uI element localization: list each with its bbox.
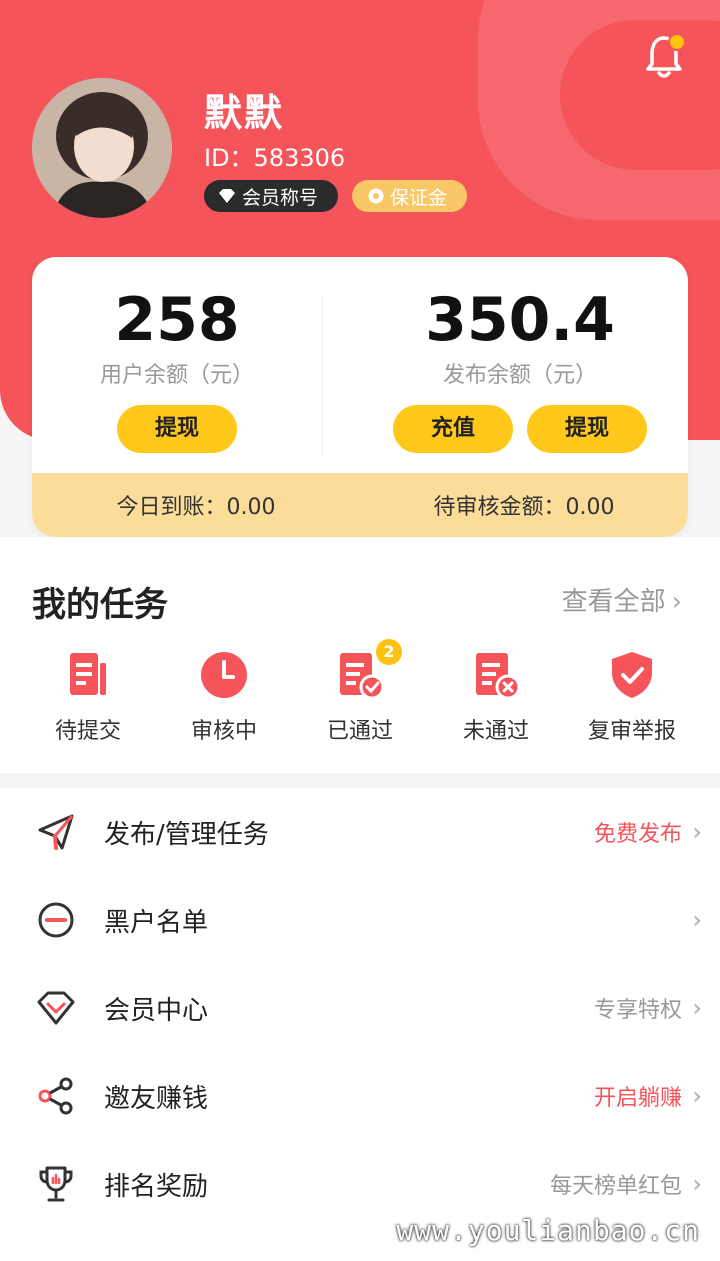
deposit-badge[interactable]: 保证金 [352, 180, 468, 212]
balance-divider [322, 297, 323, 457]
menu-item-blacklist[interactable]: 黑户名单 › [0, 876, 720, 964]
chevron-right-icon: › [671, 587, 682, 617]
send-icon [38, 814, 74, 850]
task-label: 复审举报 [587, 719, 676, 744]
chevron-right-icon: › [692, 818, 702, 846]
avatar[interactable] [32, 78, 172, 218]
menu-list: 发布/管理任务 免费发布 › 黑户名单 › 会员中心 专享特权 › 邀友赚钱 开… [0, 788, 720, 1261]
user-name: 默默 [204, 91, 285, 135]
menu-right-text: 专享特权 [593, 998, 682, 1023]
balance-card: 258 用户余额（元） 提现 350.4 发布余额（元） 充值 提现 今日到账：0… [32, 257, 688, 537]
menu-label: 邀友赚钱 [104, 1083, 209, 1114]
user-id: ID：583306 [204, 144, 346, 172]
shield-check-icon [612, 652, 652, 698]
chevron-right-icon: › [692, 994, 702, 1022]
menu-label: 排名奖励 [104, 1171, 209, 1202]
member-badge-label: 会员称号 [242, 186, 319, 209]
task-pending-submit[interactable]: 待提交 [20, 649, 156, 745]
member-badge[interactable]: 会员称号 [204, 180, 339, 212]
view-all-label: 查看全部 [561, 587, 666, 617]
publish-balance-label: 发布余额（元） [442, 363, 597, 388]
chevron-right-icon: › [692, 1170, 702, 1198]
menu-right-text: 免费发布 [593, 822, 682, 847]
minus-circle-icon [38, 902, 74, 938]
task-label: 待提交 [54, 719, 121, 744]
document-icon [70, 653, 106, 695]
diamond-icon [37, 991, 75, 1025]
header-decoration-inner [560, 20, 720, 170]
my-tasks-section: 我的任务 查看全部 › 待提交 审核中 2 已通过 未通过 复审举报 [0, 537, 720, 773]
task-approved[interactable]: 2 已通过 [292, 639, 428, 745]
menu-right-text: 开启躺赚 [593, 1086, 682, 1111]
today-arrival: 今日到账：0.00 [116, 495, 276, 520]
menu-item-member-center[interactable]: 会员中心 专享特权 › [0, 964, 720, 1052]
task-label: 未通过 [462, 719, 529, 744]
publish-balance-section: 350.4 发布余额（元） 充值 提现 [352, 257, 688, 453]
task-rejected[interactable]: 未通过 [428, 649, 564, 745]
user-balance-amount: 258 [114, 285, 240, 355]
chevron-right-icon: › [692, 906, 702, 934]
user-withdraw-button[interactable]: 提现 [117, 405, 237, 453]
notification-dot [668, 33, 686, 51]
watermark: www.youlianbao.cn [396, 1214, 700, 1247]
view-all-tasks-link[interactable]: 查看全部 › [562, 581, 682, 618]
diamond-icon [219, 189, 235, 203]
document-x-icon [476, 653, 521, 700]
menu-right-text: 每天榜单红包 [549, 1174, 682, 1199]
menu-label: 发布/管理任务 [104, 819, 269, 850]
deposit-badge-label: 保证金 [390, 186, 448, 209]
balance-footer: 今日到账：0.00 待审核金额：0.00 [32, 473, 688, 537]
task-label: 已通过 [326, 719, 393, 744]
task-recheck-report[interactable]: 复审举报 [564, 649, 700, 745]
task-under-review[interactable]: 审核中 [156, 649, 292, 745]
coin-icon [368, 188, 384, 204]
clock-icon [201, 652, 247, 698]
task-status-list: 待提交 审核中 2 已通过 未通过 复审举报 [20, 639, 700, 745]
trophy-icon [39, 1166, 73, 1202]
publish-balance-amount: 350.4 [425, 285, 615, 355]
tasks-title: 我的任务 [32, 585, 168, 625]
share-icon [38, 1077, 73, 1115]
chevron-right-icon: › [692, 1082, 702, 1110]
user-balance-section: 258 用户余额（元） 提现 [32, 257, 322, 453]
task-label: 审核中 [190, 719, 257, 744]
menu-label: 会员中心 [104, 995, 209, 1026]
menu-item-invite-earn[interactable]: 邀友赚钱 开启躺赚 › [0, 1052, 720, 1140]
menu-label: 黑户名单 [104, 907, 209, 938]
user-balance-label: 用户余额（元） [99, 363, 254, 388]
recharge-button[interactable]: 充值 [393, 405, 513, 453]
approved-count-badge: 2 [376, 639, 402, 665]
publish-withdraw-button[interactable]: 提现 [527, 405, 647, 453]
pending-review-amount: 待审核金额：0.00 [433, 495, 615, 520]
menu-item-publish-manage[interactable]: 发布/管理任务 免费发布 › [0, 788, 720, 876]
